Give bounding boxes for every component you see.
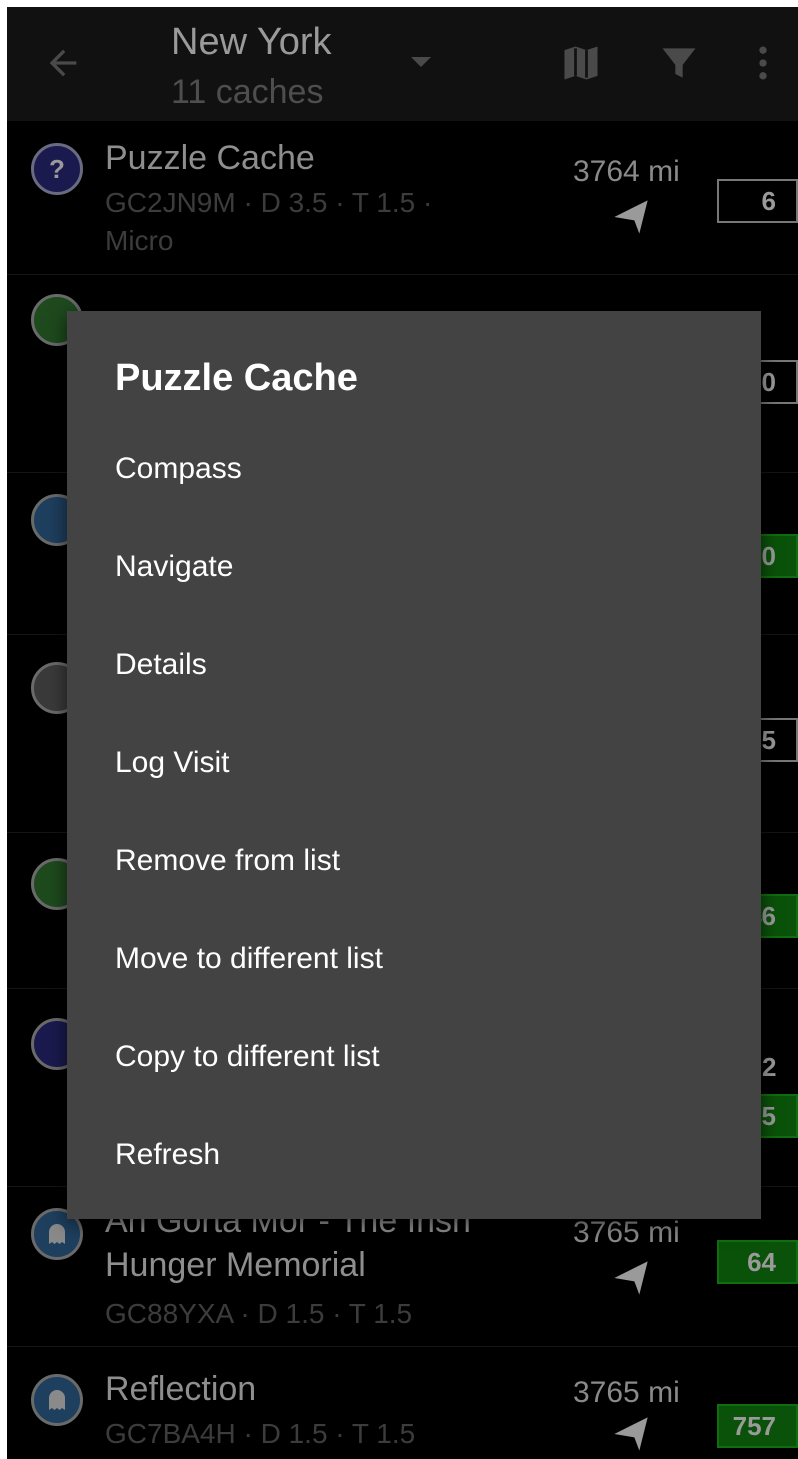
app-screen: New York 11 caches ? Puzzle Cache GC2JN9… (7, 7, 798, 1459)
direction-arrow-icon (614, 1417, 648, 1451)
cache-size: Micro (105, 225, 174, 256)
dropdown-caret-icon[interactable] (411, 57, 431, 67)
cache-distance: 3765 mi (573, 1376, 680, 1409)
map-icon[interactable] (559, 41, 603, 85)
favorite-badge: 6 (717, 179, 798, 223)
direction-arrow-icon (614, 200, 648, 234)
cache-name: Reflection (105, 1370, 257, 1408)
cache-meta: GC2JN9M · D 3.5 · T 1.5 · (105, 187, 433, 218)
menu-item-refresh[interactable]: Refresh (115, 1125, 715, 1185)
overflow-menu-icon[interactable] (741, 41, 785, 85)
cache-count: 11 caches (171, 73, 324, 111)
puzzle-icon: ? (31, 143, 83, 195)
dialog-title: Puzzle Cache (115, 357, 358, 399)
favorite-badge: 64 (717, 1240, 798, 1284)
menu-item-details[interactable]: Details (115, 635, 715, 695)
favorite-count: 2 (762, 1052, 777, 1082)
ghost-icon (49, 1224, 65, 1244)
filter-icon[interactable] (657, 41, 701, 85)
menu-item-remove-from-list[interactable]: Remove from list (115, 831, 715, 891)
cache-distance: 3764 mi (573, 155, 680, 188)
list-title[interactable]: New York (171, 21, 332, 64)
cache-meta: GC88YXA · D 1.5 · T 1.5 (105, 1298, 413, 1329)
cache-row[interactable]: Reflection GC7BA4H · D 1.5 · T 1.5 3765 … (7, 1346, 798, 1459)
menu-item-move-to-different-list[interactable]: Move to different list (115, 929, 715, 989)
menu-item-log-visit[interactable]: Log Visit (115, 733, 715, 793)
cache-name: Puzzle Cache (105, 139, 315, 177)
menu-item-compass[interactable]: Compass (115, 439, 715, 499)
direction-arrow-icon (614, 1261, 648, 1295)
cache-meta: GC7BA4H · D 1.5 · T 1.5 (105, 1418, 416, 1449)
menu-item-navigate[interactable]: Navigate (115, 537, 715, 597)
menu-item-copy-to-different-list[interactable]: Copy to different list (115, 1027, 715, 1087)
ghost-icon (49, 1390, 65, 1410)
back-arrow-icon[interactable] (43, 43, 83, 83)
cache-row[interactable]: ? Puzzle Cache GC2JN9M · D 3.5 · T 1.5 ·… (7, 121, 798, 275)
cache-context-menu: Puzzle Cache Compass Navigate Details Lo… (67, 311, 761, 1219)
virtual-cache-icon (31, 1374, 83, 1426)
app-bar: New York 11 caches (7, 7, 798, 121)
cache-name-continued: Hunger Memorial (105, 1246, 366, 1284)
cache-distance: 3765 mi (573, 1216, 680, 1249)
favorite-badge: 757 (717, 1404, 798, 1448)
